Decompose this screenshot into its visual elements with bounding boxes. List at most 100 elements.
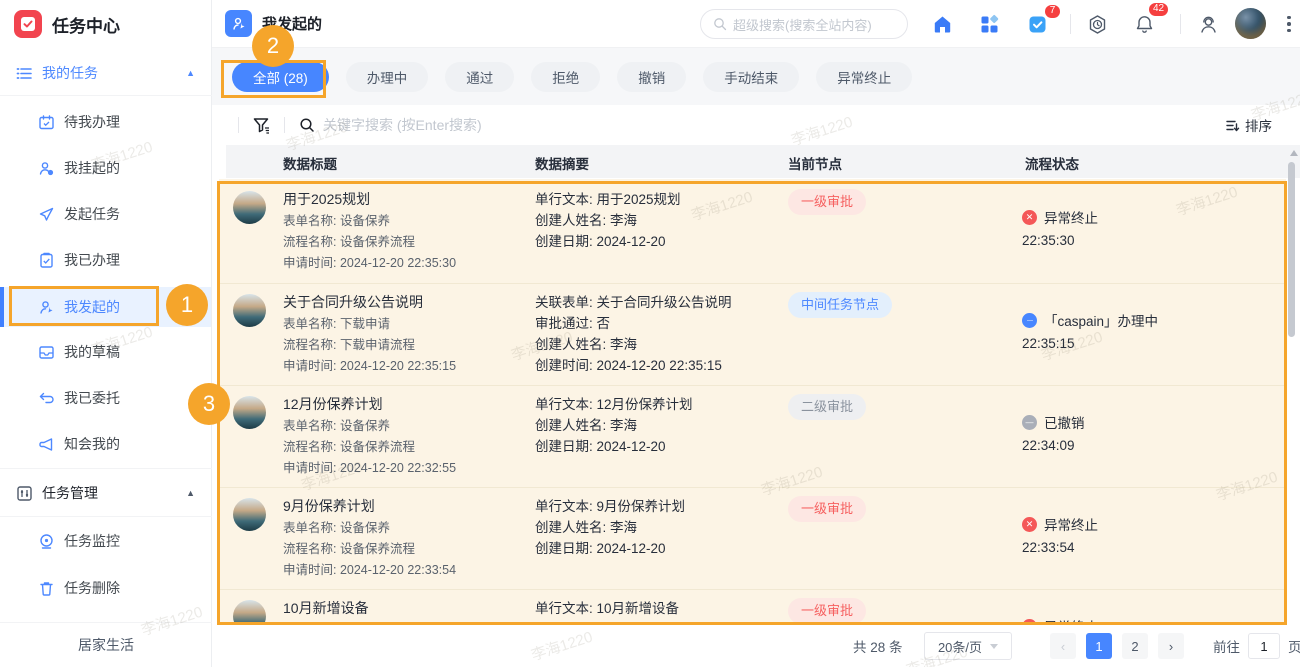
row-status: 已撤销 22:34:09 [1022, 412, 1085, 453]
sidebar-item-todo[interactable]: 待我办理 [0, 101, 211, 143]
tab-revoked[interactable]: 撤销 [617, 62, 686, 92]
sidebar-item-label: 任务删除 [64, 578, 120, 598]
column-header-title: 数据标题 [283, 153, 337, 173]
sort-button[interactable]: 排序 [1225, 105, 1272, 145]
bell-icon [1134, 14, 1155, 35]
row-summary: 单行文本: 用于2025规划创建人姓名: 李海创建日期: 2024-12-20 [535, 189, 785, 252]
row-details: 表单名称: 设备保养流程名称: 设备保养流程申请时间: 2024-12-20 2… [283, 211, 528, 274]
page-size-select[interactable]: 20条/页 [924, 632, 1012, 660]
megaphone-icon [38, 436, 55, 453]
sidebar-group-my-tasks[interactable]: 我的任务 ▲ [0, 51, 211, 95]
detail-line: 创建人姓名: 李海 [535, 210, 785, 231]
apps-button[interactable] [977, 12, 1001, 36]
detail-line: 表单名称: 设备保养 [283, 518, 528, 539]
global-search-input[interactable]: 超级搜索(搜索全站内容) [700, 9, 908, 39]
sidebar-item-handled[interactable]: 我已办理 [0, 239, 211, 281]
row-summary: 关联表单: 关于合同升级公告说明审批通过: 否创建人姓名: 李海创建时间: 20… [535, 292, 785, 376]
app-logo-row: 任务中心 [0, 0, 211, 48]
table-row[interactable]: 12月份保养计划 表单名称: 设备保养流程名称: 设备保养流程申请时间: 202… [219, 385, 1286, 487]
more-menu-button[interactable] [1280, 12, 1298, 36]
sort-icon [1225, 118, 1240, 133]
pagination-bar: 共 28 条 20条/页 ‹ 1 2 › 前往 页 [212, 625, 1300, 667]
detail-line: 表单名称: 设备保养 [283, 416, 528, 437]
tab-rejected[interactable]: 拒绝 [531, 62, 600, 92]
sidebar-item-notified[interactable]: 知会我的 [0, 423, 211, 465]
detail-line: 表单名称: 设备保养 [283, 211, 528, 232]
detail-line: 流程名称: 下载申请流程 [283, 335, 528, 356]
row-details: 表单名称: 设备保养流程名称: 设备保养流程申请时间: 2024-12-20 2… [283, 518, 528, 581]
next-page-button[interactable]: › [1158, 633, 1184, 659]
row-title: 9月份保养计划 [283, 496, 528, 516]
support-button[interactable] [1196, 12, 1220, 36]
table-row[interactable]: 关于合同升级公告说明 表单名称: 下载申请流程名称: 下载申请流程申请时间: 2… [219, 283, 1286, 385]
sidebar: 任务中心 我的任务 ▲ 待我办理 我挂起的 发起任务 我已办理 我发起的 [0, 0, 212, 667]
sidebar-group-label: 任务管理 [42, 483, 98, 503]
goto-page-input[interactable] [1248, 633, 1280, 659]
detail-line: 创建人姓名: 李海 [535, 517, 785, 538]
sidebar-item-delegated[interactable]: 我已委托 [0, 377, 211, 419]
detail-line: 申请时间: 2024-12-20 22:32:55 [283, 458, 528, 479]
avatar [233, 294, 266, 327]
table-row[interactable]: 9月份保养计划 表单名称: 设备保养流程名称: 设备保养流程申请时间: 2024… [219, 487, 1286, 589]
prev-page-button[interactable]: ‹ [1050, 633, 1076, 659]
detail-line: 单行文本: 12月份保养计划 [535, 394, 785, 415]
apps-grid-icon [979, 14, 1000, 35]
page-1-button[interactable]: 1 [1086, 633, 1112, 659]
table-row[interactable]: 用于2025规划 表单名称: 设备保养流程名称: 设备保养流程申请时间: 202… [219, 181, 1286, 283]
status-text: 异常终止 [1044, 616, 1098, 625]
sidebar-item-task-monitor[interactable]: 任务监控 [0, 520, 211, 562]
avatar [233, 498, 266, 531]
processing-circle-icon [1022, 313, 1037, 328]
sidebar-item-label: 我发起的 [64, 297, 120, 317]
keyword-search-placeholder: 关键字搜索 (按Enter搜索) [323, 115, 482, 135]
sidebar-item-label: 发起任务 [64, 204, 120, 224]
page-2-button[interactable]: 2 [1122, 633, 1148, 659]
detail-line: 流程名称: 设备保养流程 [283, 437, 528, 458]
monitor-icon [38, 533, 55, 550]
keyword-search-input[interactable]: 关键字搜索 (按Enter搜索) [299, 115, 482, 135]
sidebar-item-task-delete[interactable]: 任务删除 [0, 567, 211, 609]
scrollbar-up-arrow-icon[interactable] [1290, 150, 1298, 156]
row-title: 12月份保养计划 [283, 394, 528, 414]
tab-approved[interactable]: 通过 [445, 62, 514, 92]
row-status: 异常终止 22:35:30 [1022, 207, 1098, 248]
sidebar-group-task-management[interactable]: 任务管理 ▲ [0, 471, 211, 515]
sidebar-group-label: 我的任务 [42, 63, 98, 83]
user-arrow-icon [38, 299, 55, 316]
sidebar-item-drafts[interactable]: 我的草稿 [0, 331, 211, 373]
sidebar-item-initiate-task[interactable]: 发起任务 [0, 193, 211, 235]
detail-line: 流程名称: 设备保养流程 [283, 232, 528, 253]
tab-manual-end[interactable]: 手动结束 [703, 62, 799, 92]
goto-label: 前往 [1213, 636, 1240, 656]
scrollbar-thumb[interactable] [1288, 162, 1295, 337]
filter-funnel-icon[interactable] [252, 116, 270, 134]
row-status: 「caspain」办理中 22:35:15 [1022, 310, 1158, 351]
chevron-up-icon[interactable]: ▲ [186, 68, 195, 78]
detail-line: 创建时间: 2024-12-20 22:35:15 [535, 355, 785, 376]
tab-abnormal-end[interactable]: 异常终止 [816, 62, 912, 92]
topbar: 我发起的 超级搜索(搜索全站内容) 7 42 [212, 0, 1300, 48]
detail-line: 单行文本: 9月份保养计划 [535, 496, 785, 517]
history-button[interactable] [1085, 12, 1109, 36]
detail-line: 创建人姓名: 李海 [535, 334, 785, 355]
headset-person-icon [1198, 14, 1219, 35]
divider [1070, 14, 1071, 34]
tab-processing[interactable]: 办理中 [346, 62, 429, 92]
detail-line: 单行文本: 10月新增设备 [535, 598, 785, 619]
status-text: 「caspain」办理中 [1044, 310, 1158, 330]
user-avatar[interactable] [1235, 8, 1266, 39]
row-details: 表单名称: 下载申请流程名称: 下载申请流程申请时间: 2024-12-20 2… [283, 314, 528, 377]
trash-icon [38, 580, 55, 597]
sidebar-item-label: 待我办理 [64, 112, 120, 132]
avatar [233, 600, 266, 625]
home-button[interactable] [930, 12, 954, 36]
initiated-by-me-icon [225, 10, 252, 37]
chevron-up-icon[interactable]: ▲ [186, 488, 195, 498]
sidebar-item-initiated-by-me[interactable]: 我发起的 [0, 287, 211, 327]
sidebar-item-suspended[interactable]: 我挂起的 [0, 147, 211, 189]
status-text: 异常终止 [1044, 514, 1098, 534]
task-check-icon [1027, 14, 1048, 35]
page-unit-label: 页 [1288, 636, 1300, 656]
tab-all[interactable]: 全部 (28) [232, 62, 329, 92]
table-row[interactable]: 10月新增设备 表单名称: 设备保养 单行文本: 10月新增设备创建人姓名: 李… [219, 589, 1286, 625]
